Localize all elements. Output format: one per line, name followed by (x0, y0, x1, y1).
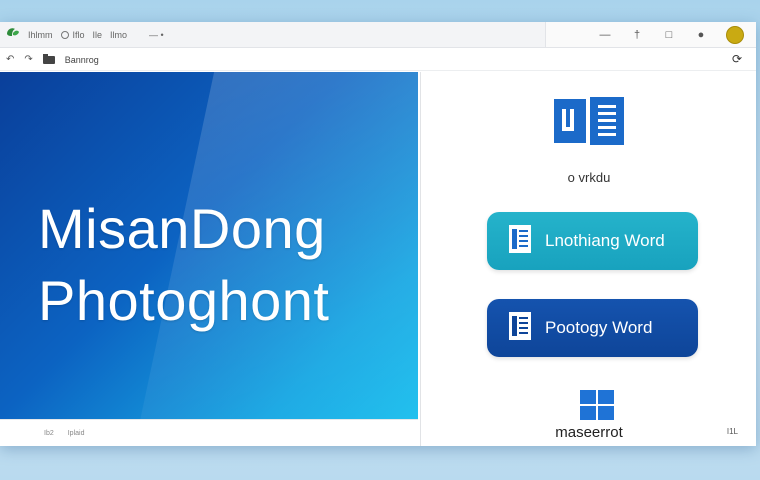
back-icon[interactable]: ↶ (6, 54, 14, 65)
open-word-button-label: Lnothiang Word (545, 231, 665, 250)
title-item-3[interactable]: Ile (93, 30, 103, 40)
status-item-2: Iplaid (67, 429, 85, 437)
status-bar: Ib2 Iplaid (0, 419, 418, 446)
title-item-2[interactable]: Iflo (60, 29, 85, 40)
avatar[interactable] (726, 25, 744, 44)
word-icon (554, 97, 626, 152)
hero-title-line2: Photoghont (38, 269, 330, 332)
brand-name: maseerrot (555, 424, 623, 441)
photo-word-button-label: Pootogy Word (545, 318, 653, 337)
title-bar-left: Ihlmm Iflo Ile Ilmo — • (0, 22, 545, 47)
window-controls: — † □ ● (545, 22, 756, 47)
photo-word-button[interactable]: Pootogy Word (487, 299, 698, 357)
folder-icon[interactable] (42, 51, 55, 69)
title-item-5: — • (149, 29, 164, 40)
status-item-1: Ib2 (44, 429, 54, 437)
title-bar: Ihlmm Iflo Ile Ilmo — • — † □ ● (0, 22, 756, 48)
toolbar-label[interactable]: Bannrog (65, 55, 99, 65)
open-word-button[interactable]: Lnothiang Word (487, 212, 698, 270)
leaf-icon (6, 26, 20, 44)
minimize-icon[interactable]: — (598, 29, 612, 41)
forward-icon[interactable]: ↷ (24, 54, 32, 65)
document-icon (509, 311, 531, 345)
title-item-1[interactable]: Ihlmm (28, 30, 53, 40)
restore-icon[interactable]: † (630, 29, 644, 41)
title-item-2-label: Iflo (72, 29, 85, 40)
app-window: Ihlmm Iflo Ile Ilmo — • — † □ ● ↶ ↷ Bann… (0, 22, 756, 446)
record-icon[interactable]: ● (694, 29, 708, 41)
hero-banner: MisanDong Photoghont (0, 72, 418, 419)
refresh-icon[interactable]: ⟳ (732, 52, 742, 66)
hero-title-line1: MisanDong (38, 197, 326, 260)
document-icon (509, 224, 531, 258)
toolbar: ↶ ↷ Bannrog ⟳ (0, 49, 756, 71)
side-panel: o vrkdu Lnothiang Word Pootogy Word mase… (420, 72, 756, 446)
close-icon[interactable]: □ (662, 29, 676, 41)
windows-logo-icon (580, 390, 614, 425)
corner-label: I1L (726, 427, 738, 436)
title-item-4[interactable]: Ilmo (110, 30, 127, 40)
word-caption: o vrkdu (567, 170, 611, 185)
globe-icon (60, 30, 69, 39)
